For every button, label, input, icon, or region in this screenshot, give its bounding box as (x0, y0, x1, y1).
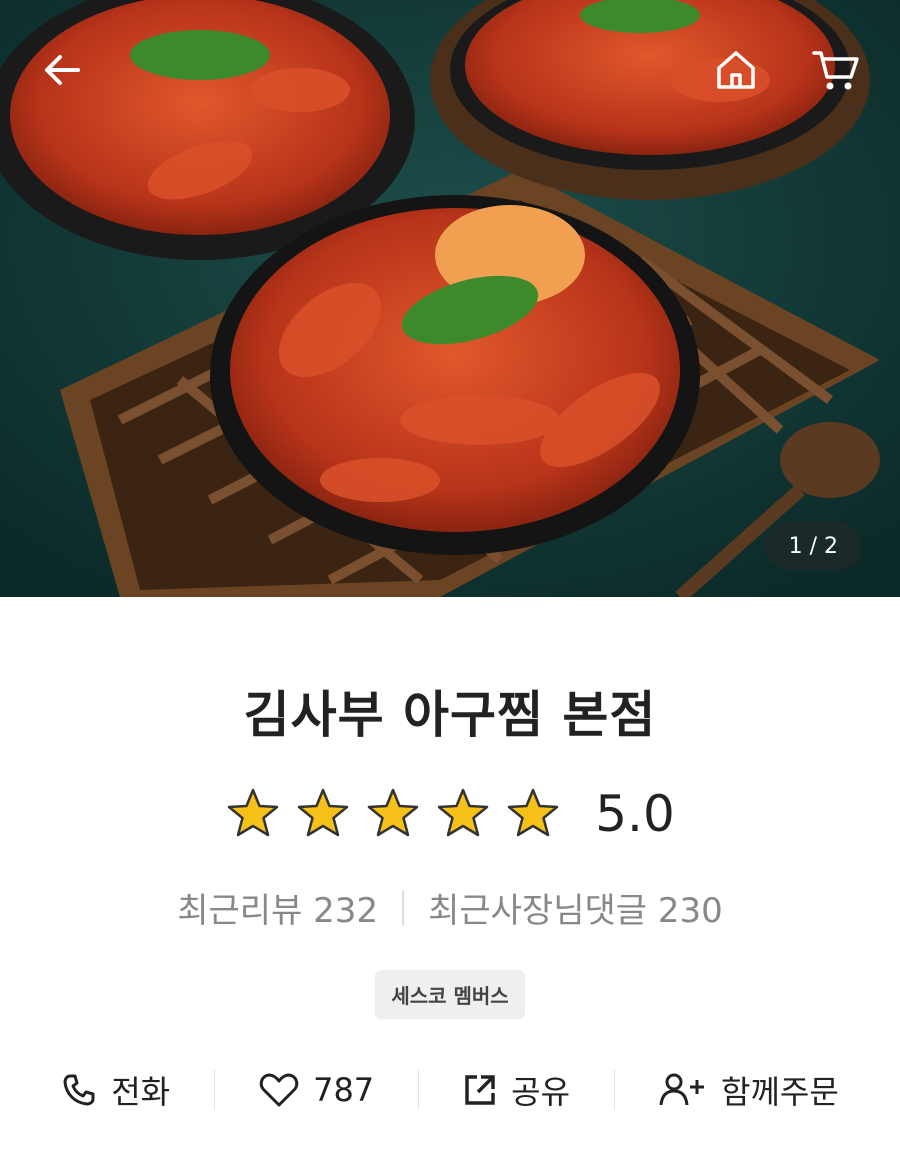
hero-image[interactable]: 1 / 2 (0, 0, 900, 597)
cesco-members-badge: 세스코 멤버스 (375, 970, 525, 1019)
cart-icon (812, 51, 859, 90)
star-icon (227, 788, 279, 837)
divider (402, 890, 405, 925)
action-bar: 전화 787 공유 함께주문 (0, 1067, 900, 1113)
group-order-label: 함께주문 (721, 1073, 839, 1111)
phone-icon (63, 1074, 95, 1106)
share-icon (465, 1075, 495, 1105)
rating-value: 5.0 (595, 785, 675, 843)
star-icon (437, 788, 489, 837)
food-photo (0, 0, 900, 597)
back-button[interactable] (36, 44, 88, 96)
like-button[interactable]: 787 (215, 1071, 418, 1109)
rating-row: 5.0 (0, 785, 900, 843)
call-button[interactable]: 전화 (17, 1067, 214, 1113)
image-counter: 1 / 2 (764, 522, 862, 570)
owner-replies-link[interactable]: 최근사장님댓글 230 (428, 883, 723, 932)
star-icon (297, 788, 349, 837)
home-icon (717, 51, 755, 89)
cart-button[interactable] (810, 44, 862, 96)
recent-reviews-link[interactable]: 최근리뷰 232 (177, 883, 378, 932)
share-button[interactable]: 공유 (419, 1067, 614, 1113)
store-info: 김사부 아구찜 본점 5.0 최근리뷰 232 최근사장님댓글 230 세스코 … (0, 597, 900, 1113)
share-label: 공유 (511, 1073, 571, 1111)
add-user-icon (659, 1073, 705, 1106)
like-count: 787 (313, 1071, 375, 1109)
call-label: 전화 (111, 1073, 171, 1111)
store-name: 김사부 아구찜 본점 (243, 686, 657, 744)
review-counts: 최근리뷰 232 최근사장님댓글 230 (0, 883, 900, 932)
home-button[interactable] (710, 44, 762, 96)
arrow-left-icon (45, 55, 80, 85)
star-icon (367, 788, 419, 837)
group-order-button[interactable]: 함께주문 (615, 1067, 883, 1113)
heart-icon (259, 1073, 299, 1107)
star-icon (507, 788, 559, 837)
